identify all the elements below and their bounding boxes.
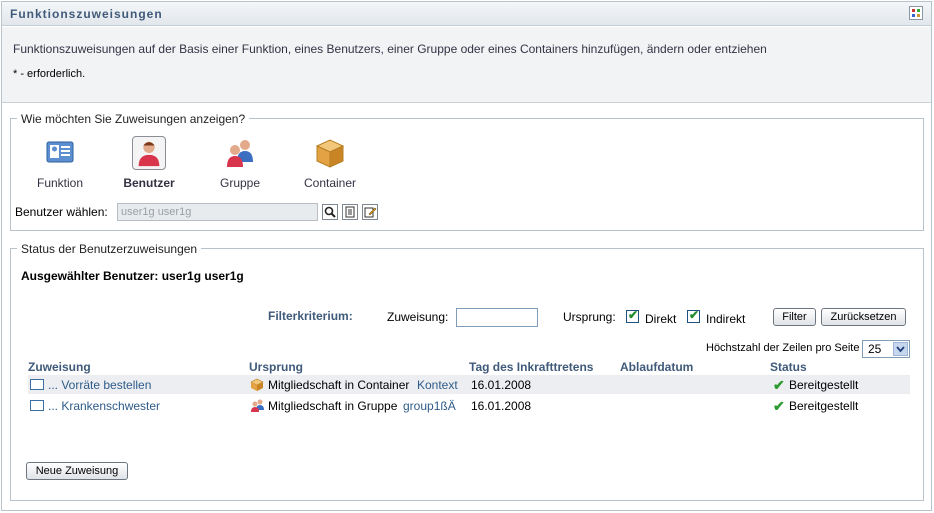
origin-link[interactable]: Kontext	[417, 378, 458, 392]
user-select-field[interactable]	[117, 203, 318, 221]
status-legend: Status der Benutzerzuweisungen	[17, 242, 202, 256]
view-option-label: Funktion	[36, 176, 84, 190]
view-option-label: Container	[303, 176, 357, 190]
portlet-menu-icon[interactable]	[909, 6, 923, 20]
effective-date: 16.01.2008	[471, 378, 532, 392]
edit-icon[interactable]	[362, 204, 378, 220]
filter-button[interactable]: Filter	[773, 308, 816, 326]
view-option-funktion[interactable]: Funktion	[20, 136, 100, 190]
status-text: Bereitgestellt	[789, 378, 859, 392]
description-text: Funktionszuweisungen auf der Basis einer…	[13, 42, 767, 56]
column-header-ablauf[interactable]: Ablaufdatum	[620, 360, 693, 374]
reset-button[interactable]: Zurücksetzen	[821, 308, 906, 326]
group-icon	[223, 136, 257, 170]
container-icon	[250, 378, 264, 395]
direkt-checkbox[interactable]: ✔	[626, 308, 639, 323]
history-icon[interactable]	[342, 204, 358, 220]
window-frame: Funktionszuweisungen Funktionszuweisunge…	[1, 1, 932, 511]
origin-text: Mitgliedschaft in Container	[268, 378, 410, 392]
indirekt-label: Indirekt	[706, 312, 746, 326]
user-icon	[132, 136, 166, 170]
role-icon	[43, 136, 77, 170]
filter-label: Filterkriterium:	[268, 309, 353, 323]
chevron-down-icon	[893, 342, 908, 356]
effective-date: 16.01.2008	[471, 399, 532, 413]
rows-per-page-value: 25	[868, 342, 882, 356]
required-note: * - erforderlich.	[13, 68, 86, 80]
origin-link[interactable]: group1ßÄ	[403, 399, 456, 413]
check-icon: ✔	[773, 398, 785, 414]
view-option-benutzer[interactable]: Benutzer	[109, 136, 189, 190]
search-icon[interactable]	[322, 204, 338, 220]
selected-user-heading: Ausgewählter Benutzer: user1g user1g	[21, 269, 244, 283]
role-icon	[30, 400, 44, 411]
indirekt-checkbox[interactable]: ✔	[687, 308, 700, 323]
column-header-status[interactable]: Status	[770, 360, 807, 374]
zuweisung-filter-input[interactable]	[456, 308, 538, 327]
origin-text: Mitgliedschaft in Gruppe	[268, 399, 398, 413]
group-icon	[250, 398, 266, 416]
role-icon	[30, 379, 44, 390]
table-row: ... Krankenschwester Mitgliedschaft in G…	[28, 396, 910, 415]
view-option-container[interactable]: Container	[290, 136, 370, 190]
container-icon	[313, 136, 347, 170]
direkt-label: Direkt	[645, 312, 677, 326]
table-row: ... Vorräte bestellen Mitgliedschaft in …	[28, 375, 910, 394]
column-header-ursprung[interactable]: Ursprung	[249, 360, 303, 374]
view-option-gruppe[interactable]: Gruppe	[200, 136, 280, 190]
new-assignment-button[interactable]: Neue Zuweisung	[26, 462, 128, 480]
rows-per-page-select[interactable]: 25	[862, 340, 910, 358]
assignment-link[interactable]: ... Krankenschwester	[48, 399, 160, 413]
status-text: Bereitgestellt	[789, 399, 859, 413]
column-header-date[interactable]: Tag des Inkrafttretens	[469, 360, 593, 374]
view-option-label: Benutzer	[123, 176, 175, 190]
description-panel: Funktionszuweisungen auf der Basis einer…	[2, 27, 931, 103]
view-options-legend: Wie möchten Sie Zuweisungen anzeigen?	[17, 112, 250, 126]
check-icon: ✔	[773, 377, 785, 393]
view-option-label: Gruppe	[219, 176, 261, 190]
window-title: Funktionszuweisungen	[10, 7, 163, 21]
column-header-zuweisung[interactable]: Zuweisung	[28, 360, 91, 374]
title-bar: Funktionszuweisungen	[2, 2, 931, 26]
rows-per-page-label: Höchstzahl der Zeilen pro Seite	[706, 342, 860, 354]
ursprung-filter-label: Ursprung:	[563, 310, 616, 324]
zuweisung-filter-label: Zuweisung:	[387, 310, 449, 324]
user-select-label: Benutzer wählen:	[15, 205, 108, 219]
assignment-link[interactable]: ... Vorräte bestellen	[48, 378, 151, 392]
